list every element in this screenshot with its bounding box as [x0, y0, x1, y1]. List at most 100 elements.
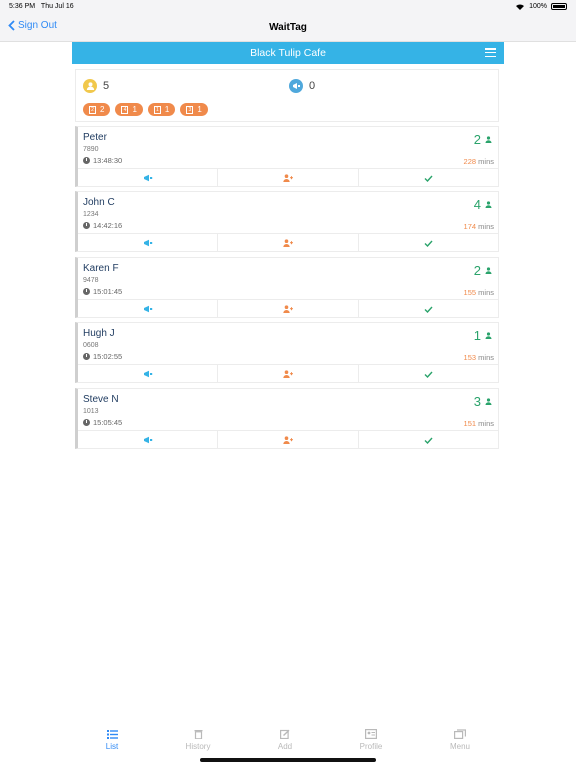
chip-count: 2	[100, 105, 105, 114]
party-size-chip[interactable]: 31	[180, 103, 208, 116]
status-right: 100%	[515, 3, 567, 10]
check-in-time-value: 14:42:16	[93, 221, 123, 230]
party-size-box-icon: 3	[186, 105, 194, 114]
wait-time: 153 mins	[464, 353, 494, 362]
guest-name: Karen F	[83, 263, 119, 274]
clock-icon	[83, 353, 90, 360]
megaphone-icon	[289, 79, 303, 93]
party-size-value: 4	[473, 197, 481, 212]
party-size: 1	[474, 328, 492, 343]
tab-history[interactable]: History	[168, 729, 228, 751]
add-person-icon	[283, 370, 293, 378]
tab-list-label: List	[105, 742, 119, 751]
cafe-name: Black Tulip Cafe	[250, 47, 326, 59]
wait-minutes: 174	[463, 222, 477, 231]
checkmark-icon	[424, 371, 433, 378]
complete-button[interactable]	[359, 234, 498, 252]
checkmark-icon	[424, 437, 433, 444]
guest-actions	[78, 168, 498, 187]
guest-code: 9478	[83, 277, 99, 284]
megaphone-icon	[143, 239, 152, 247]
chip-count: 1	[197, 105, 202, 114]
add-person-icon	[283, 239, 293, 247]
tab-add[interactable]: Add	[255, 729, 315, 751]
hamburger-menu-icon[interactable]	[485, 48, 496, 58]
notify-button[interactable]	[78, 300, 219, 318]
guest-card[interactable]: Peter 7890 13:48:30 2 228 mins	[75, 126, 499, 187]
clock-icon	[83, 157, 90, 164]
guest-card[interactable]: Steve N 1013 15:05:45 3 151 mins	[75, 388, 499, 449]
tab-profile[interactable]: Profile	[341, 729, 401, 751]
tab-list[interactable]: List	[82, 729, 142, 751]
guest-actions	[78, 233, 498, 252]
party-size: 4	[474, 197, 492, 212]
menu-book-icon	[430, 729, 490, 740]
tab-menu[interactable]: Menu	[430, 729, 490, 751]
guest-code: 1234	[83, 211, 99, 218]
wait-time: 151 mins	[464, 419, 494, 428]
notified-count: 0	[309, 80, 316, 92]
check-in-time-value: 15:05:45	[93, 418, 123, 427]
checkmark-icon	[424, 306, 433, 313]
guest-actions	[78, 299, 498, 318]
guest-code: 7890	[83, 146, 99, 153]
party-size-chip[interactable]: 41	[115, 103, 143, 116]
checkmark-icon	[424, 240, 433, 247]
cafe-header: Black Tulip Cafe	[72, 42, 504, 64]
chip-count: 1	[132, 105, 137, 114]
guest-name: John C	[83, 197, 115, 208]
seat-guest-button[interactable]	[218, 234, 359, 252]
add-person-icon	[283, 436, 293, 444]
megaphone-icon	[143, 436, 152, 444]
wait-minutes: 151	[463, 419, 477, 428]
edit-icon	[255, 729, 315, 740]
complete-button[interactable]	[359, 431, 498, 449]
notify-button[interactable]	[78, 169, 219, 187]
party-size-box-icon: 1	[153, 105, 161, 114]
check-in-time: 15:02:55	[83, 352, 122, 361]
complete-button[interactable]	[359, 169, 498, 187]
guest-card[interactable]: Hugh J 0608 15:02:55 1 153 mins	[75, 322, 499, 383]
add-person-icon	[283, 305, 293, 313]
notify-button[interactable]	[78, 431, 219, 449]
guest-actions	[78, 430, 498, 449]
trash-icon	[168, 729, 228, 740]
tab-profile-label: Profile	[359, 742, 383, 751]
party-size-chip[interactable]: 11	[147, 103, 176, 116]
complete-button[interactable]	[359, 365, 498, 383]
status-time: 5:36 PM Thu Jul 16	[9, 3, 74, 10]
add-person-icon	[283, 174, 293, 182]
party-size-box-icon: 2	[89, 105, 96, 114]
person-icon	[485, 332, 492, 339]
seat-guest-button[interactable]	[218, 365, 359, 383]
guest-card[interactable]: Karen F 9478 15:01:45 2 155 mins	[75, 257, 499, 318]
party-size-value: 2	[473, 132, 481, 147]
wait-unit: mins	[478, 222, 494, 231]
check-in-time-value: 15:01:45	[93, 287, 123, 296]
queue-summary: 5 0 22 41 11 31	[75, 69, 499, 122]
wait-minutes: 153	[463, 353, 477, 362]
wait-unit: mins	[478, 353, 494, 362]
party-size: 2	[474, 263, 492, 278]
notify-button[interactable]	[78, 365, 219, 383]
complete-button[interactable]	[359, 300, 498, 318]
home-indicator	[200, 758, 376, 762]
party-size-box-icon: 4	[121, 105, 129, 114]
seat-guest-button[interactable]	[218, 431, 359, 449]
person-icon	[485, 201, 492, 208]
megaphone-icon	[143, 174, 152, 182]
seat-guest-button[interactable]	[218, 300, 359, 318]
page-title: WaitTag	[269, 22, 307, 33]
party-size-value: 1	[473, 328, 481, 343]
seat-guest-button[interactable]	[218, 169, 359, 187]
status-clock: 5:36 PM	[9, 3, 36, 10]
person-icon	[485, 398, 492, 405]
megaphone-icon	[143, 370, 152, 378]
wait-unit: mins	[478, 419, 494, 428]
party-size-chip[interactable]: 22	[83, 103, 111, 116]
guest-card[interactable]: John C 1234 14:42:16 4 174 mins	[75, 191, 499, 252]
people-icon	[83, 79, 97, 93]
tab-history-label: History	[185, 742, 211, 751]
check-in-time: 14:42:16	[83, 221, 122, 230]
notify-button[interactable]	[78, 234, 219, 252]
